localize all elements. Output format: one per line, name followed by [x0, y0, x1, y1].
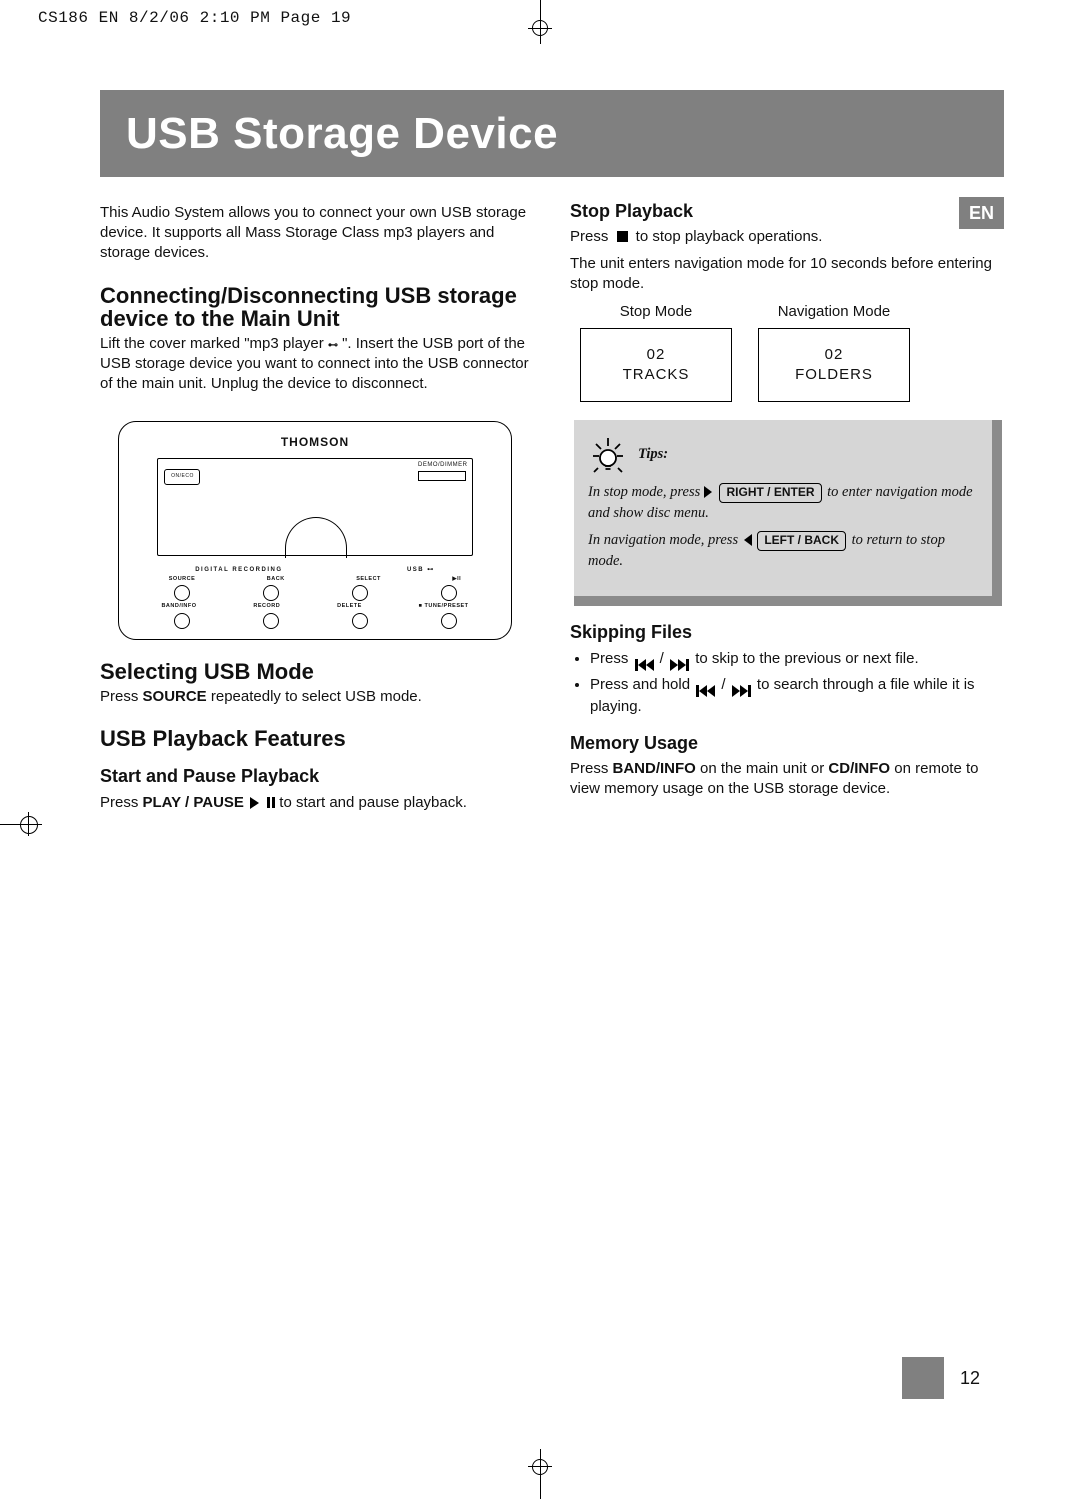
skipping-heading: Skipping Files — [570, 620, 1004, 644]
right-triangle-icon — [704, 486, 712, 498]
source-label: SOURCE — [169, 576, 196, 583]
record-label: RECORD — [253, 603, 280, 610]
stop-body-1: Press to stop playback operations. — [570, 227, 1004, 247]
page-footer: 12 — [902, 1357, 980, 1399]
tunepreset-label: ■ TUNE/PRESET — [419, 603, 469, 610]
dimmer-bar — [418, 471, 466, 481]
features-heading: USB Playback Features — [100, 727, 534, 750]
page-title: USB Storage Device — [100, 90, 1004, 177]
stop-mode-label: Stop Mode — [580, 302, 732, 322]
pause-icon — [265, 794, 275, 814]
stop-body-2: The unit enters navigation mode for 10 s… — [570, 254, 1004, 295]
skipping-list: Press / to skip to the previous or next … — [570, 649, 1004, 717]
delete-label: DELETE — [337, 603, 362, 610]
tips-line-1: In stop mode, press RIGHT / ENTER to ent… — [588, 482, 976, 524]
skip-next-icon — [732, 685, 751, 697]
tips-line-2: In navigation mode, press LEFT / BACK to… — [588, 530, 976, 572]
skip-next-icon — [670, 659, 689, 671]
start-pause-heading: Start and Pause Playback — [100, 764, 534, 788]
round-button — [174, 585, 190, 601]
select-usb-heading: Selecting USB Mode — [100, 660, 534, 683]
select-label: SELECT — [356, 576, 381, 583]
usb-label: USB ⊷ — [407, 566, 435, 574]
play-icon — [250, 794, 261, 814]
tips-callout: Tips: In stop mode, press RIGHT / ENTER … — [574, 420, 1002, 606]
connect-body: Lift the cover marked "mp3 player ⊷ ". I… — [100, 334, 534, 395]
skip-prev-icon — [696, 685, 715, 697]
memory-body: Press BAND/INFO on the main unit or CD/I… — [570, 759, 1004, 800]
round-button — [441, 613, 457, 629]
demo-dimmer-label: DEMO/DIMMER — [418, 461, 468, 469]
cover-arc — [285, 517, 347, 558]
round-button — [352, 585, 368, 601]
language-tab: EN — [959, 197, 1004, 229]
select-usb-body: Press SOURCE repeatedly to select USB mo… — [100, 687, 534, 707]
stop-mode-box: 02 TRACKS — [580, 328, 732, 402]
left-triangle-icon — [744, 534, 752, 546]
round-button — [352, 613, 368, 629]
skip-prev-icon — [635, 659, 654, 671]
nav-mode-box: 02 FOLDERS — [758, 328, 910, 402]
bandinfo-label: BAND/INFO — [161, 603, 196, 610]
left-back-button: LEFT / BACK — [757, 531, 846, 550]
round-button — [441, 585, 457, 601]
tips-heading: Tips: — [638, 444, 668, 465]
round-button — [263, 585, 279, 601]
round-button — [263, 613, 279, 629]
start-pause-body: Press PLAY / PAUSE to start and pause pl… — [100, 793, 534, 814]
footer-square — [902, 1357, 944, 1399]
play-pause-label: ▶II — [452, 576, 461, 583]
connect-heading: Connecting/Disconnecting USB storage dev… — [100, 284, 534, 330]
brand-label: THOMSON — [133, 434, 497, 450]
nav-mode-label: Navigation Mode — [758, 302, 910, 322]
skipping-item-2: Press and hold / to search through a fil… — [590, 675, 1004, 717]
device-illustration: THOMSON ON/ECO DEMO/DIMMER DIGITAL RECOR… — [118, 421, 512, 640]
digital-recording-label: DIGITAL RECORDING — [195, 566, 282, 574]
mode-diagram: Stop Mode 02 TRACKS Navigation Mode 02 F… — [580, 302, 1004, 402]
skipping-item-1: Press / to skip to the previous or next … — [590, 649, 1004, 671]
usb-trident-icon: ⊷ — [328, 340, 338, 351]
right-enter-button: RIGHT / ENTER — [719, 483, 821, 502]
memory-heading: Memory Usage — [570, 731, 1004, 755]
device-display: ON/ECO DEMO/DIMMER — [157, 458, 472, 556]
stop-heading: Stop Playback — [570, 199, 1004, 223]
round-button — [174, 613, 190, 629]
page-number: 12 — [960, 1366, 980, 1390]
stop-icon — [617, 231, 628, 242]
intro-text: This Audio System allows you to connect … — [100, 203, 534, 264]
lightbulb-icon — [588, 434, 628, 474]
oneco-button: ON/ECO — [164, 469, 200, 485]
back-label: BACK — [267, 576, 285, 583]
